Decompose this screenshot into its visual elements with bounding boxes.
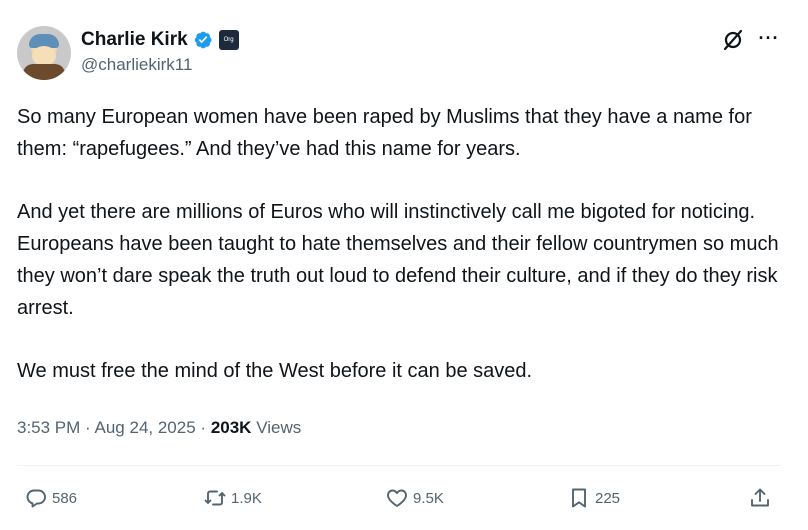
reply-button[interactable]: 586 (24, 482, 77, 514)
avatar[interactable] (17, 26, 71, 80)
affiliation-badge-text: Org (223, 37, 234, 43)
bookmark-button[interactable]: 225 (567, 482, 620, 514)
share-button[interactable] (748, 482, 772, 514)
post-meta: 3:53 PM · Aug 24, 2025 · 203K Views (17, 418, 301, 438)
bookmark-count: 225 (595, 489, 621, 507)
like-button[interactable]: 9.5K (385, 482, 444, 514)
verified-badge-icon[interactable] (193, 30, 213, 50)
repost-icon (204, 490, 226, 506)
affiliation-badge[interactable]: Org (218, 30, 239, 50)
reply-count: 586 (52, 489, 78, 507)
post-time[interactable]: 3:53 PM (17, 418, 80, 437)
share-icon (751, 488, 769, 507)
action-bar: 586 1.9K 9.5K 225 (0, 482, 808, 514)
author-name[interactable]: Charlie Kirk (81, 29, 188, 51)
post-date[interactable]: Aug 24, 2025 (95, 418, 196, 437)
meta-separator: · (200, 418, 207, 437)
post-text: So many European women have been raped b… (17, 101, 793, 387)
author-handle[interactable]: @charliekirk11 (81, 55, 192, 75)
reply-icon (26, 489, 46, 508)
bookmark-icon (572, 488, 586, 508)
views-label: Views (256, 418, 302, 437)
repost-count: 1.9K (231, 489, 262, 507)
repost-button[interactable]: 1.9K (203, 482, 262, 514)
views-count: 203K (210, 418, 252, 437)
more-icon[interactable]: ··· (757, 26, 781, 50)
like-count: 9.5K (413, 489, 444, 507)
meta-separator: · (85, 418, 91, 437)
post-paragraph: So many European women have been raped b… (17, 106, 752, 160)
divider (17, 465, 781, 466)
post-paragraph: We must free the mind of the West before… (17, 360, 533, 382)
author-name-row: Charlie Kirk Org (81, 28, 239, 52)
heart-icon (387, 489, 407, 507)
post-paragraph: And yet there are millions of Euros who … (17, 201, 779, 319)
grok-icon[interactable] (721, 28, 745, 52)
